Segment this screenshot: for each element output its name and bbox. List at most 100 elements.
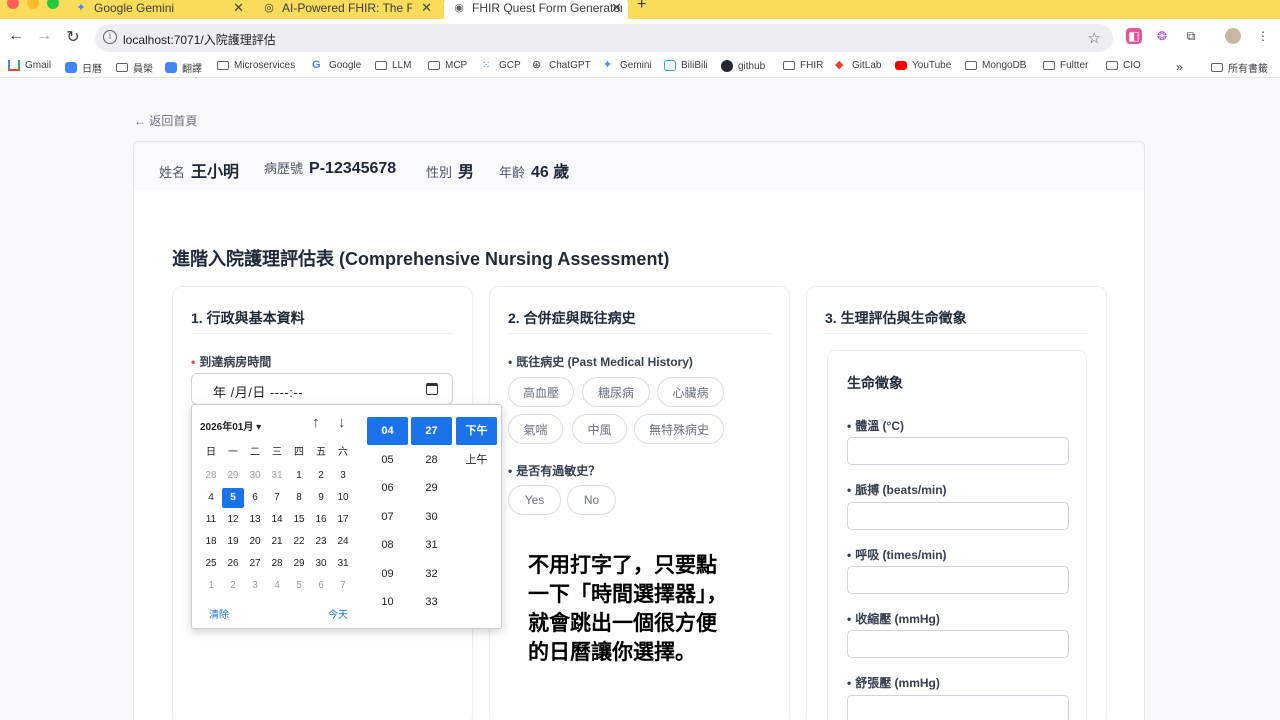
calendar-day[interactable]: 7 [266, 488, 288, 508]
calendar-day[interactable]: 28 [200, 466, 222, 486]
calendar-day[interactable]: 5 [288, 576, 310, 596]
allergy-no-button[interactable]: No [567, 485, 616, 515]
close-tab-icon[interactable]: ✕ [233, 0, 244, 16]
calendar-day[interactable]: 2 [310, 466, 332, 486]
calendar-day[interactable]: 12 [222, 510, 244, 530]
calendar-day[interactable]: 31 [266, 466, 288, 486]
bookmark-folder[interactable]: LLM [375, 60, 411, 71]
calendar-day[interactable]: 29 [288, 554, 310, 574]
bookmark-google[interactable]: G Google [312, 60, 361, 72]
calendar-day[interactable]: 16 [310, 510, 332, 530]
close-window-button[interactable] [7, 0, 19, 9]
all-bookmarks[interactable]: 所有書籤 [1211, 60, 1268, 75]
bookmarks-overflow-button[interactable]: » [1176, 60, 1183, 74]
next-month-arrow-icon[interactable]: ↓ [338, 414, 346, 431]
minute-option[interactable]: 30 [411, 503, 452, 531]
hour-option[interactable]: 04 [367, 417, 408, 445]
calendar-day[interactable]: 4 [200, 488, 222, 508]
calendar-day[interactable]: 30 [310, 554, 332, 574]
bookmark-chatgpt[interactable]: ⊛ ChatGPT [532, 60, 591, 72]
minute-option[interactable]: 27 [411, 417, 452, 445]
pmh-option-none[interactable]: 無特殊病史 [634, 414, 724, 444]
url-text[interactable]: localhost:7071/入院護理評估 [123, 31, 276, 48]
calendar-day[interactable]: 17 [332, 510, 354, 530]
calendar-day[interactable]: 8 [288, 488, 310, 508]
minute-option[interactable]: 28 [411, 446, 452, 474]
pmh-option-asthma[interactable]: 氣喘 [508, 414, 563, 444]
calendar-day[interactable]: 14 [266, 510, 288, 530]
bookmark-bilibili[interactable]: BiliBili [664, 60, 708, 71]
bookmark-folder[interactable]: Microservices [217, 60, 295, 71]
calendar-day[interactable]: 11 [200, 510, 222, 530]
site-info-icon[interactable]: i [103, 30, 117, 44]
extensions-puzzle-icon[interactable]: ⧉ [1183, 28, 1199, 44]
profile-avatar[interactable] [1225, 28, 1241, 44]
tab-google-gemini[interactable]: ✦ Google Gemini ✕ [66, 0, 250, 19]
bookmark-folder[interactable]: Fultter [1043, 60, 1088, 71]
ampm-option[interactable]: 下午 [456, 417, 497, 445]
bookmark-folder[interactable]: 員榮 [116, 60, 153, 75]
address-bar[interactable]: i localhost:7071/入院護理評估 ☆ [95, 24, 1113, 52]
bookmark-gitlab[interactable]: ◆ GitLab [835, 60, 881, 72]
reload-icon[interactable]: ↻ [63, 27, 83, 47]
calendar-day[interactable]: 6 [310, 576, 332, 596]
tab-ai-powered-fhir[interactable]: ◎ AI-Powered FHIR: The Future ✕ [254, 0, 438, 19]
close-tab-icon[interactable]: ✕ [611, 0, 622, 16]
close-tab-icon[interactable]: ✕ [421, 0, 432, 16]
minimize-window-button[interactable] [27, 0, 39, 9]
browser-menu-icon[interactable]: ⋮ [1255, 28, 1271, 44]
calendar-day[interactable]: 6 [244, 488, 266, 508]
bookmark-youtube[interactable]: YouTube [895, 60, 951, 71]
minute-option[interactable]: 29 [411, 474, 452, 502]
pmh-option-heart-disease[interactable]: 心臟病 [657, 377, 724, 407]
pmh-option-hypertension[interactable]: 高血壓 [508, 377, 574, 407]
brain-extension-icon[interactable]: ❂ [1154, 28, 1170, 44]
calendar-day[interactable]: 7 [332, 576, 354, 596]
calendar-day[interactable]: 1 [288, 466, 310, 486]
previous-month-arrow-icon[interactable]: ↑ [312, 414, 320, 431]
hour-option[interactable]: 10 [367, 588, 408, 616]
tab-fhir-quest-form-generator[interactable]: ◉ FHIR Quest Form Generator ✕ [444, 0, 628, 19]
calendar-icon[interactable] [426, 383, 438, 395]
hour-option[interactable]: 05 [367, 446, 408, 474]
bookmark-folder[interactable]: FHIR [783, 60, 823, 71]
pmh-option-stroke[interactable]: 中風 [572, 414, 627, 444]
calendar-day[interactable]: 31 [332, 554, 354, 574]
forward-arrow-icon[interactable]: → [34, 27, 54, 45]
minute-option[interactable]: 33 [411, 588, 452, 616]
calendar-day[interactable]: 19 [222, 532, 244, 552]
hour-option[interactable]: 08 [367, 531, 408, 559]
bookmark-gemini[interactable]: ✦ Gemini [603, 60, 652, 72]
calendar-day[interactable]: 22 [288, 532, 310, 552]
calendar-day[interactable]: 23 [310, 532, 332, 552]
back-to-home-link[interactable]: ← 返回首頁 [134, 112, 197, 129]
calendar-day[interactable]: 10 [332, 488, 354, 508]
calendar-day[interactable]: 30 [244, 466, 266, 486]
hour-option[interactable]: 06 [367, 474, 408, 502]
calendar-day[interactable]: 9 [310, 488, 332, 508]
hour-option[interactable]: 09 [367, 560, 408, 588]
bookmark-folder[interactable]: MCP [428, 60, 467, 71]
bookmark-calendar[interactable]: 日曆 [65, 60, 102, 75]
new-tab-button[interactable]: + [637, 0, 646, 14]
calendar-day[interactable]: 15 [288, 510, 310, 530]
temperature-input[interactable] [847, 437, 1069, 465]
bookmark-translate[interactable]: 翻譯 [165, 60, 202, 75]
calendar-day[interactable]: 1 [200, 576, 222, 596]
minute-option[interactable]: 31 [411, 531, 452, 559]
systolic-input[interactable] [847, 630, 1069, 658]
calendar-day[interactable]: 26 [222, 554, 244, 574]
calendar-day[interactable]: 24 [332, 532, 354, 552]
minute-option[interactable]: 32 [411, 560, 452, 588]
calendar-day[interactable]: 4 [266, 576, 288, 596]
today-button[interactable]: 今天 [328, 606, 348, 621]
hour-option[interactable]: 07 [367, 503, 408, 531]
calendar-day[interactable]: 25 [200, 554, 222, 574]
clear-button[interactable]: 清除 [209, 606, 229, 621]
calendar-day[interactable]: 18 [200, 532, 222, 552]
back-arrow-icon[interactable]: ← [6, 27, 26, 45]
month-select[interactable]: 2026年01月 ▾ [200, 418, 261, 433]
arrival-time-input[interactable]: 年 /月/日 ----:-- [191, 373, 453, 405]
extension-icon[interactable]: ◧ [1126, 28, 1142, 44]
allergy-yes-button[interactable]: Yes [508, 485, 561, 515]
